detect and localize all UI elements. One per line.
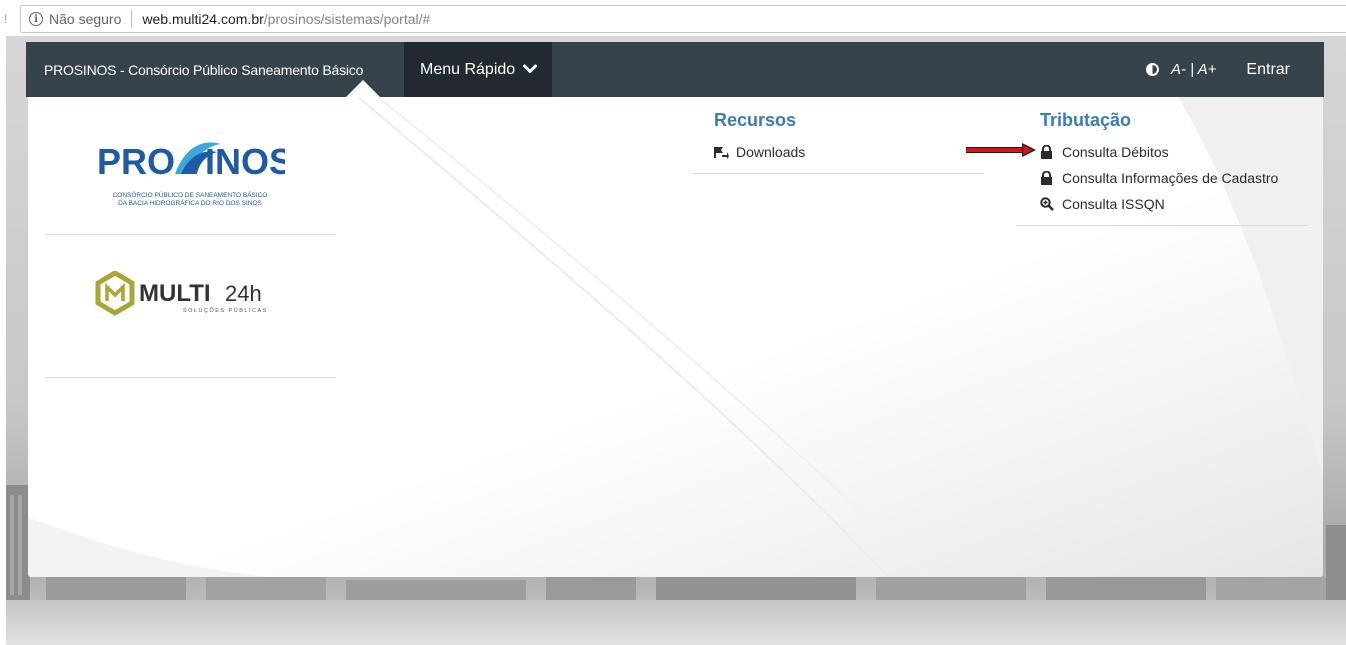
- menu-item-downloads[interactable]: Downloads: [714, 139, 984, 165]
- chevron-down-icon: [523, 61, 538, 79]
- top-navbar: PROSINOS - Consórcio Público Saneamento …: [26, 42, 1324, 97]
- menu-item-label: Consulta ISSQN: [1062, 196, 1165, 212]
- prosinos-wordmark: PRO INOS: [97, 141, 285, 182]
- multi-name-text: MULTI: [139, 280, 211, 307]
- recursos-section: Recursos Downloads: [714, 110, 984, 165]
- window-edge-mark: !: [4, 12, 8, 26]
- address-separator: [131, 10, 133, 28]
- partner-logos: PRO INOS CONSÓRCIO PÚBLICO DE SANEAMENTO…: [44, 97, 336, 378]
- lock-icon: [1040, 145, 1058, 159]
- menu-item-consulta-debitos[interactable]: Consulta Débitos: [1040, 139, 1310, 165]
- url-path[interactable]: /prosinos/sistemas/portal/#: [264, 11, 431, 27]
- menu-item-label: Downloads: [736, 144, 806, 160]
- menu-item-label: Consulta Débitos: [1062, 144, 1169, 160]
- multi-suffix-text: 24h: [225, 281, 262, 306]
- url-host[interactable]: web.multi24.com.br: [142, 11, 263, 27]
- info-icon[interactable]: i: [29, 12, 43, 26]
- menu-item-consulta-issqn[interactable]: Consulta ISSQN: [1040, 191, 1310, 217]
- menu-item-label: Consulta Informações de Cadastro: [1062, 170, 1279, 186]
- contrast-icon[interactable]: [1145, 63, 1159, 76]
- recursos-divider: [692, 173, 984, 174]
- navbar-tools: A- | A+ Entrar: [1145, 61, 1324, 79]
- tributacao-list: Consulta Débitos Consulta Informações de…: [1040, 139, 1310, 217]
- font-size-controls: A- | A+: [1171, 61, 1216, 78]
- downloads-icon: [714, 146, 732, 159]
- quick-menu-button[interactable]: Menu Rápido: [404, 42, 552, 97]
- prosinos-subtitle-line1: CONSÓRCIO PÚBLICO DE SANEAMENTO BÁSICO: [112, 191, 268, 199]
- lock-icon: [1040, 171, 1058, 185]
- multi24h-logo[interactable]: MULTI 24h SOLUÇÕES PÚBLICAS: [44, 235, 336, 378]
- quick-menu-label: Menu Rápido: [420, 60, 516, 78]
- font-increase-button[interactable]: A+: [1198, 61, 1217, 78]
- prosinos-logo[interactable]: PRO INOS CONSÓRCIO PÚBLICO DE SANEAMENTO…: [44, 97, 336, 235]
- prosinos-text-left: PRO: [97, 141, 175, 182]
- menu-item-consulta-cadastro[interactable]: Consulta Informações de Cadastro: [1040, 165, 1310, 191]
- prosinos-subtitle-line2: DA BACIA HIDROGRÁFICA DO RIO DOS SINOS: [118, 199, 262, 207]
- brand-link[interactable]: PROSINOS - Consórcio Público Saneamento …: [26, 62, 404, 78]
- browser-address-bar: ! i Não seguro web.multi24.com.br/prosin…: [0, 0, 1346, 36]
- annotation-arrow-icon: [966, 143, 1036, 157]
- font-decrease-button[interactable]: A-: [1171, 61, 1186, 78]
- tributacao-section: Tributação Consulta Débitos Consulta Inf…: [1040, 110, 1310, 217]
- url-field[interactable]: i Não seguro web.multi24.com.br/prosinos…: [20, 5, 1346, 33]
- recursos-title: Recursos: [714, 110, 797, 130]
- login-button[interactable]: Entrar: [1246, 61, 1290, 79]
- dropdown-caret: [346, 80, 380, 97]
- water-reflection: [6, 600, 1346, 645]
- security-label[interactable]: Não seguro: [49, 11, 121, 27]
- tributacao-divider: [1016, 225, 1308, 226]
- search-plus-icon: [1040, 197, 1058, 211]
- tributacao-title: Tributação: [1040, 110, 1132, 130]
- font-size-separator: |: [1190, 61, 1195, 78]
- recursos-list: Downloads: [714, 139, 984, 165]
- multi-tagline-text: SOLUÇÕES PÚBLICAS: [183, 307, 268, 314]
- multi24h-wordmark: MULTI 24h SOLUÇÕES PÚBLICAS: [95, 271, 268, 316]
- quick-menu-dropdown: PRO INOS CONSÓRCIO PÚBLICO DE SANEAMENTO…: [28, 97, 1323, 577]
- prosinos-text-right: INOS: [205, 141, 285, 182]
